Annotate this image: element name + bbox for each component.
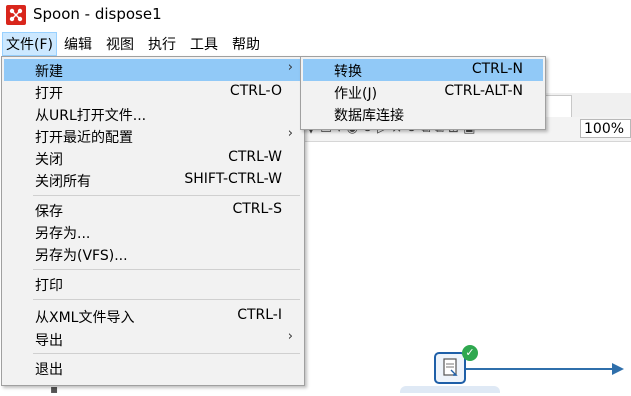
menu-item-label: 保存 (35, 204, 63, 220)
submenu-item-job[interactable]: 作业(J) CTRL-ALT-N (303, 81, 543, 103)
success-check-icon: ✓ (462, 345, 478, 361)
menu-item-save[interactable]: 保存 CTRL-S (4, 199, 302, 221)
menu-item-label: 另存为(VFS)... (35, 248, 128, 264)
menu-item-label: 打开最近的配置 (35, 130, 133, 146)
menu-item-exit[interactable]: 退出 (4, 357, 302, 379)
menu-separator (33, 269, 300, 270)
menu-run[interactable]: 执行 (148, 34, 176, 54)
title-bar: Spoon - dispose1 (0, 0, 631, 30)
menu-item-label: 关闭 (35, 152, 63, 168)
window-title: Spoon - dispose1 (33, 5, 162, 23)
menu-item-label: 打开 (35, 86, 63, 102)
menu-item-import-xml[interactable]: 从XML文件导入 CTRL-I (4, 305, 302, 327)
menu-item-label: 新建 (35, 64, 63, 80)
menu-item-shortcut: CTRL-I (237, 307, 282, 323)
menu-item-save-as-vfs[interactable]: 另存为(VFS)... (4, 243, 302, 265)
menu-edit[interactable]: 编辑 (64, 34, 92, 54)
menu-tools[interactable]: 工具 (190, 34, 218, 54)
menu-separator (33, 353, 300, 354)
menu-item-label: 另存为... (35, 226, 91, 242)
menu-item-label: 数据库连接 (334, 108, 404, 124)
hop-arrow-icon (612, 363, 624, 375)
menu-item-label: 关闭所有 (35, 174, 91, 190)
submenu-arrow-icon: › (287, 126, 293, 141)
new-submenu: 转换 CTRL-N 作业(J) CTRL-ALT-N 数据库连接 (300, 56, 546, 130)
menu-item-shortcut: SHIFT-CTRL-W (184, 171, 282, 187)
menu-item-label: 从URL打开文件... (35, 108, 147, 124)
menu-view[interactable]: 视图 (106, 34, 134, 54)
menu-item-open-url[interactable]: 从URL打开文件... (4, 103, 302, 125)
menu-item-label: 导出 (35, 333, 63, 349)
menu-help[interactable]: 帮助 (232, 34, 260, 54)
file-menu: 新建 › 打开 CTRL-O 从URL打开文件... 打开最近的配置 › 关闭 … (1, 56, 305, 386)
menu-item-new[interactable]: 新建 › (4, 59, 302, 81)
menu-item-shortcut: CTRL-S (232, 201, 282, 217)
menu-item-close[interactable]: 关闭 CTRL-W (4, 147, 302, 169)
submenu-arrow-icon: › (287, 329, 293, 344)
menu-item-label: 退出 (35, 362, 63, 378)
menu-item-label: 从XML文件导入 (35, 310, 135, 326)
menu-item-label: 作业(J) (334, 86, 378, 102)
menu-item-save-as[interactable]: 另存为... (4, 221, 302, 243)
menu-file[interactable]: 文件(F) (2, 32, 57, 56)
submenu-item-db-connection[interactable]: 数据库连接 (303, 103, 543, 125)
spoon-app-icon (6, 5, 26, 25)
menu-item-export[interactable]: 导出 › (4, 328, 302, 350)
hop-line[interactable] (466, 368, 616, 370)
menu-item-shortcut: CTRL-O (229, 83, 282, 99)
submenu-arrow-icon: › (287, 60, 293, 75)
zoom-field[interactable]: 100% (580, 119, 631, 138)
transformation-step-icon[interactable] (434, 352, 466, 384)
menu-item-shortcut: CTRL-ALT-N (444, 83, 523, 99)
menu-item-label: 打印 (35, 278, 63, 294)
menu-item-shortcut: CTRL-W (228, 149, 282, 165)
menu-bar: 文件(F) 编辑 视图 执行 工具 帮助 (0, 30, 631, 56)
menu-item-print[interactable]: 打印 (4, 273, 302, 295)
menu-item-open[interactable]: 打开 CTRL-O (4, 81, 302, 103)
menu-item-label: 转换 (334, 64, 362, 80)
step-label-bg (400, 386, 500, 393)
menu-separator (33, 299, 300, 300)
menu-item-close-all[interactable]: 关闭所有 SHIFT-CTRL-W (4, 169, 302, 191)
menu-item-shortcut: CTRL-N (471, 61, 523, 77)
menu-item-recent[interactable]: 打开最近的配置 › (4, 125, 302, 147)
menu-separator (33, 195, 300, 196)
submenu-item-transformation[interactable]: 转换 CTRL-N (303, 59, 543, 81)
